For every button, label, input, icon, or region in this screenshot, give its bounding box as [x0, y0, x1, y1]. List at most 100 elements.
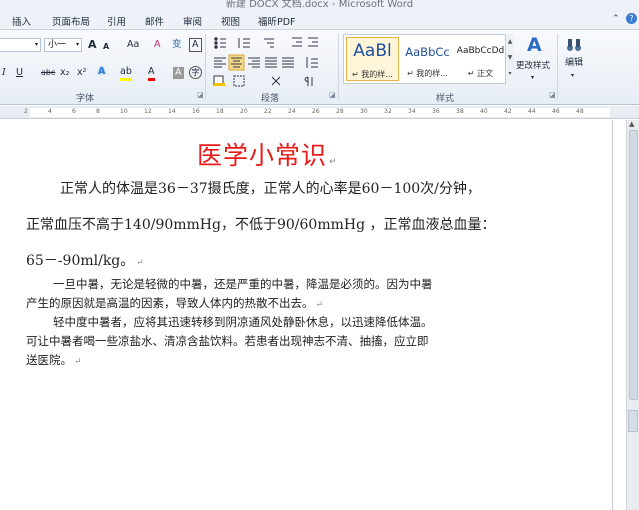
ruler-tick: 20 — [240, 108, 248, 115]
borders-icon — [233, 75, 245, 87]
editing-button[interactable]: 编辑 — [565, 57, 583, 69]
decrease-indent-icon — [292, 37, 302, 47]
align-left-icon — [214, 57, 226, 68]
multilevel-list-icon — [264, 38, 274, 48]
ruler-tick: 40 — [480, 108, 488, 115]
underline-button[interactable]: U — [16, 67, 23, 79]
document-area[interactable]: 医学小常识 ↵ 正常人的体温是36－37摄氏度，正常人的心率是60－100次/分钟… — [0, 120, 639, 510]
doc-line-3[interactable]: 65－-90ml/kg。 ↵ — [26, 250, 144, 270]
ruler-tick: 30 — [360, 108, 368, 115]
change-styles-button[interactable]: 更改样式 — [516, 60, 550, 72]
ruler-tick: 18 — [216, 108, 224, 115]
tab-foxit-pdf[interactable]: 福昕PDF — [258, 14, 296, 28]
tab-mailings[interactable]: 邮件 — [145, 14, 164, 28]
style-item-3[interactable]: AaBbCcDd ↵ 正文 — [454, 37, 507, 81]
style-item-2[interactable]: AaBbCc ↵ 我的样... — [401, 37, 454, 81]
justify-icon — [265, 57, 277, 68]
doc-line-4[interactable]: 一旦中暑，无论是轻微的中暑，还是严重的中暑，降温是必须的。因为中暑 — [53, 276, 433, 292]
doc-line-5[interactable]: 产生的原因就是高温的因素，导致人体内的热散不出去。 ↵ — [26, 295, 323, 311]
font-dialog-launcher-icon[interactable]: ◪ — [197, 91, 204, 99]
subscript-button[interactable]: x₂ — [60, 67, 69, 79]
ruler-tick: 32 — [384, 108, 392, 115]
ruler-tick: 2 — [24, 108, 28, 115]
line-spacing-icon — [306, 57, 318, 68]
binoculars-icon[interactable] — [566, 37, 582, 53]
numbering-icon — [238, 38, 250, 48]
scroll-browse-icon[interactable] — [628, 410, 638, 432]
ruler-tick: 8 — [96, 108, 100, 115]
font-group-label: 字体 — [75, 94, 94, 104]
ruler-tick: 6 — [72, 108, 76, 115]
superscript-button[interactable]: x² — [77, 67, 86, 79]
ribbon-tab-bar: 插入 页面布局 引用 邮件 审阅 视图 福昕PDF ⌃ ? — [0, 9, 639, 30]
ruler-tick: 12 — [144, 108, 152, 115]
styles-gallery: AaBl ↵ 我的样... AaBbCc ↵ 我的样... AaBbCcDd ↵… — [343, 34, 514, 84]
highlight-color-button[interactable]: ab — [120, 66, 132, 81]
doc-line-8[interactable]: 送医院。 ↵ — [26, 352, 82, 368]
change-styles-dropdown-icon[interactable]: ▾ — [531, 72, 534, 84]
styles-dialog-launcher-icon[interactable]: ◪ — [549, 91, 556, 99]
tab-page-layout[interactable]: 页面布局 — [52, 14, 90, 28]
doc-line-6[interactable]: 轻中度中暑者，应将其迅速转移到阴凉通风处静卧休息，以迅速降低体温。 — [53, 314, 433, 330]
italic-button[interactable]: I — [2, 67, 6, 79]
ruler-tick: 42 — [504, 108, 512, 115]
enclose-characters-button[interactable]: 字 — [189, 66, 202, 79]
ribbon: ▾ 小一 ▾ A A Aa A 变 A I U abc x₂ x² A ab A … — [0, 30, 639, 105]
shading-icon — [213, 75, 225, 86]
font-color-button[interactable]: A — [148, 66, 155, 81]
scroll-thumb[interactable] — [629, 130, 638, 400]
ruler-tick: 22 — [264, 108, 272, 115]
change-case-button[interactable]: Aa — [127, 39, 139, 51]
ruler-tick: 46 — [552, 108, 560, 115]
tab-references[interactable]: 引用 — [107, 14, 126, 28]
document-title[interactable]: 医学小常识 ↵ — [197, 136, 338, 172]
styles-group-label: 样式 — [435, 94, 454, 104]
editing-dropdown-icon[interactable]: ▾ — [571, 70, 574, 82]
change-styles-icon[interactable]: A — [524, 34, 546, 58]
grow-font-button[interactable]: A — [88, 39, 97, 51]
ruler-tick: 38 — [456, 108, 464, 115]
align-center-selected — [228, 54, 245, 71]
help-icon[interactable]: ? — [626, 13, 637, 24]
ruler-tick: 36 — [432, 108, 440, 115]
ruler-tick: 10 — [120, 108, 128, 115]
ruler-tick: 16 — [192, 108, 200, 115]
show-marks-icon — [304, 76, 313, 86]
increase-indent-icon — [308, 37, 318, 47]
distributed-icon — [282, 57, 294, 68]
font-name-dropdown[interactable]: ▾ — [0, 38, 41, 52]
text-effect-button[interactable]: A — [98, 66, 105, 78]
ruler-tick: 28 — [336, 108, 344, 115]
horizontal-ruler[interactable]: 2 4 6 8 10 12 14 16 18 20 22 24 26 28 30 32 34 36 38 40 42 44… — [0, 106, 639, 119]
doc-line-7[interactable]: 可让中暑者喝一些凉盐水、清凉含盐饮料。若患者出现神志不清、抽搐，应立即 — [26, 333, 429, 349]
character-shading-button[interactable]: A — [173, 67, 184, 79]
minimize-ribbon-icon[interactable]: ⌃ — [612, 14, 620, 24]
ruler-tick: 34 — [408, 108, 416, 115]
bullets-icon — [214, 37, 226, 49]
align-right-icon — [248, 57, 260, 68]
ruler-tick: 14 — [168, 108, 176, 115]
tab-view[interactable]: 视图 — [221, 14, 240, 28]
title-bar: 新建 DOCX 文档.docx - Microsoft Word — [0, 0, 639, 9]
ruler-tick: 4 — [48, 108, 52, 115]
vertical-scrollbar[interactable]: ▲ — [626, 120, 639, 510]
strikethrough-button[interactable]: abc — [41, 67, 55, 79]
paragraph-dialog-launcher-icon[interactable]: ◪ — [329, 91, 336, 99]
sort-icon — [271, 76, 281, 86]
ruler-tick: 24 — [288, 108, 296, 115]
ruler-tick: 48 — [576, 108, 584, 115]
style-item-1[interactable]: AaBl ↵ 我的样... — [346, 37, 399, 81]
styles-gallery-scroll[interactable]: ▲ ▼ ▾ — [505, 34, 514, 84]
tab-insert[interactable]: 插入 — [12, 14, 31, 28]
window-title: 新建 DOCX 文档.docx - Microsoft Word — [225, 0, 414, 9]
character-border-button[interactable]: A — [189, 38, 202, 52]
tab-review[interactable]: 审阅 — [183, 14, 202, 28]
ruler-tick: 26 — [312, 108, 320, 115]
doc-line-2[interactable]: 正常血压不高于140/90mmHg，不低于90/60mmHg ，正常血液总血量： — [26, 214, 496, 234]
doc-line-1[interactable]: 正常人的体温是36－37摄氏度，正常人的心率是60－100次/分钟， — [60, 178, 481, 198]
font-size-dropdown[interactable]: 小一 ▾ — [44, 38, 82, 52]
clear-format-button[interactable]: A — [154, 39, 161, 51]
scroll-up-icon[interactable]: ▲ — [629, 120, 634, 128]
shrink-font-button[interactable]: A — [103, 41, 109, 53]
phonetic-guide-button[interactable]: 变 — [172, 39, 182, 51]
